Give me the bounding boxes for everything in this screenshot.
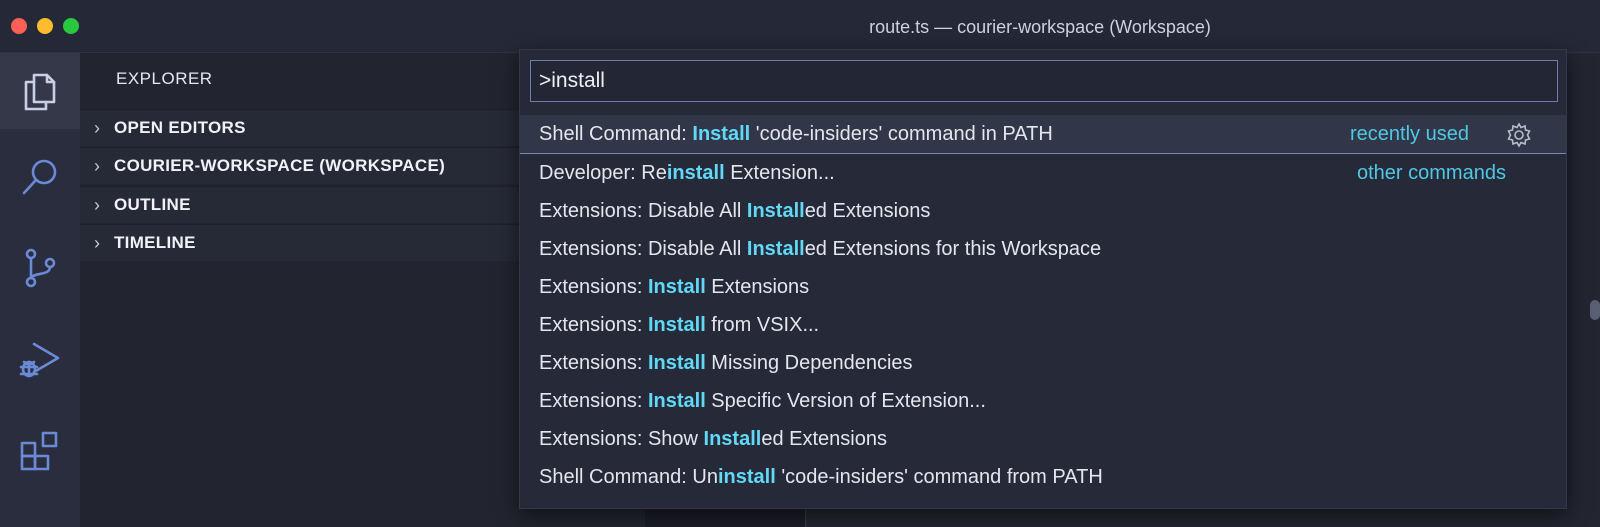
command-result[interactable]: Shell Command: Install 'code-insiders' c… bbox=[520, 115, 1566, 154]
command-result[interactable]: Extensions: Install from VSIX... bbox=[520, 306, 1566, 344]
command-result[interactable]: Extensions: Install Missing Dependencies bbox=[520, 344, 1566, 382]
command-label-match: Install bbox=[692, 122, 751, 145]
command-label-prefix: Shell Command: bbox=[539, 122, 693, 145]
gear-icon bbox=[1507, 122, 1531, 148]
section-label: COURIER-WORKSPACE (WORKSPACE) bbox=[114, 156, 446, 175]
command-label: Extensions: Disable All Installed Extens… bbox=[520, 238, 1101, 261]
section-label: OPEN EDITORS bbox=[114, 118, 246, 137]
command-label-match: Install bbox=[647, 313, 706, 336]
source-control-icon bbox=[25, 248, 56, 288]
command-label-prefix: Extensions: Disable All bbox=[539, 199, 747, 222]
command-label-prefix: Extensions: bbox=[539, 351, 648, 374]
chevron-right-icon: › bbox=[94, 117, 100, 138]
command-label-match: Install bbox=[647, 351, 706, 374]
command-label-match: install bbox=[666, 161, 725, 184]
command-label: Extensions: Install Extensions bbox=[520, 276, 809, 299]
chevron-right-icon: › bbox=[94, 194, 100, 215]
command-label-suffix: ed Extensions bbox=[804, 199, 931, 222]
extensions-icon bbox=[20, 431, 58, 471]
command-result[interactable]: Shell Command: Uninstall 'code-insiders'… bbox=[520, 458, 1566, 496]
command-label-suffix: Missing Dependencies bbox=[705, 351, 913, 374]
activity-run-debug[interactable] bbox=[0, 322, 80, 398]
command-label: Shell Command: Uninstall 'code-insiders'… bbox=[520, 466, 1103, 489]
activity-search[interactable] bbox=[0, 139, 80, 215]
command-result[interactable]: Developer: Reinstall Extension... other … bbox=[520, 154, 1566, 192]
command-label-match: Install bbox=[746, 237, 805, 260]
command-palette-input[interactable]: >install bbox=[530, 60, 1558, 102]
chevron-right-icon: › bbox=[94, 155, 100, 176]
command-label-match: install bbox=[717, 465, 776, 488]
command-label: Extensions: Show Installed Extensions bbox=[520, 428, 887, 451]
activity-explorer[interactable] bbox=[0, 53, 80, 129]
command-result[interactable]: Extensions: Disable All Installed Extens… bbox=[520, 230, 1566, 268]
command-result[interactable]: Extensions: Show Installed Extensions bbox=[520, 420, 1566, 458]
activity-source-control[interactable] bbox=[0, 230, 80, 306]
command-label: Extensions: Install Missing Dependencies bbox=[520, 352, 913, 375]
activity-bar bbox=[0, 53, 80, 527]
sidebar-title: EXPLORER bbox=[116, 69, 213, 88]
window-title: route.ts — courier-workspace (Workspace) bbox=[869, 17, 1211, 37]
command-label-prefix: Extensions: bbox=[539, 389, 648, 412]
command-result[interactable]: Extensions: Install Specific Version of … bbox=[520, 382, 1566, 420]
command-label-prefix: Extensions: bbox=[539, 275, 648, 298]
command-label-match: Install bbox=[746, 199, 805, 222]
command-label-match: Install bbox=[647, 275, 706, 298]
command-label-suffix: 'code-insiders' command from PATH bbox=[775, 465, 1103, 488]
command-label-suffix: ed Extensions bbox=[761, 427, 887, 450]
editor-tab-strip bbox=[645, 508, 806, 527]
command-label-match: Install bbox=[703, 427, 762, 450]
command-palette: >install Shell Command: Install 'code-in… bbox=[519, 49, 1567, 509]
command-label-prefix: Shell Command: Un bbox=[539, 465, 718, 488]
command-label: Developer: Reinstall Extension... bbox=[520, 162, 835, 185]
command-label-suffix: 'code-insiders' command in PATH bbox=[750, 122, 1053, 145]
chevron-right-icon: › bbox=[94, 232, 100, 253]
command-label-suffix: Extension... bbox=[724, 161, 835, 184]
command-label-suffix: from VSIX... bbox=[705, 313, 820, 336]
command-result[interactable]: Extensions: Disable All Installed Extens… bbox=[520, 192, 1566, 230]
command-result[interactable]: Extensions: Install Extensions bbox=[520, 268, 1566, 306]
command-label-prefix: Extensions: Show bbox=[539, 427, 704, 450]
command-label-suffix: Specific Version of Extension... bbox=[705, 389, 986, 412]
command-label: Extensions: Install Specific Version of … bbox=[520, 390, 986, 413]
command-label-prefix: Extensions: Disable All bbox=[539, 237, 747, 260]
other-commands-label: other commands bbox=[1357, 161, 1506, 184]
command-label-match: Install bbox=[647, 389, 706, 412]
section-label: TIMELINE bbox=[114, 233, 196, 252]
title-bar: route.ts — courier-workspace (Workspace) bbox=[0, 0, 1600, 53]
command-label-prefix: Extensions: bbox=[539, 313, 648, 336]
command-label: Shell Command: Install 'code-insiders' c… bbox=[520, 123, 1053, 146]
command-label-prefix: Developer: Re bbox=[539, 161, 667, 184]
scrollbar-thumb[interactable] bbox=[1590, 300, 1600, 320]
command-label-suffix: Extensions bbox=[705, 275, 810, 298]
files-icon bbox=[24, 73, 56, 111]
search-icon bbox=[22, 159, 57, 195]
command-label-suffix: ed Extensions for this Workspace bbox=[804, 237, 1102, 260]
configure-keybinding-button[interactable] bbox=[1506, 122, 1532, 154]
recently-used-label: recently used bbox=[1350, 122, 1469, 145]
command-label: Extensions: Disable All Installed Extens… bbox=[520, 200, 930, 223]
section-label: OUTLINE bbox=[114, 195, 191, 214]
activity-extensions[interactable] bbox=[0, 413, 80, 489]
run-debug-icon bbox=[19, 342, 60, 378]
command-label: Extensions: Install from VSIX... bbox=[520, 314, 819, 337]
